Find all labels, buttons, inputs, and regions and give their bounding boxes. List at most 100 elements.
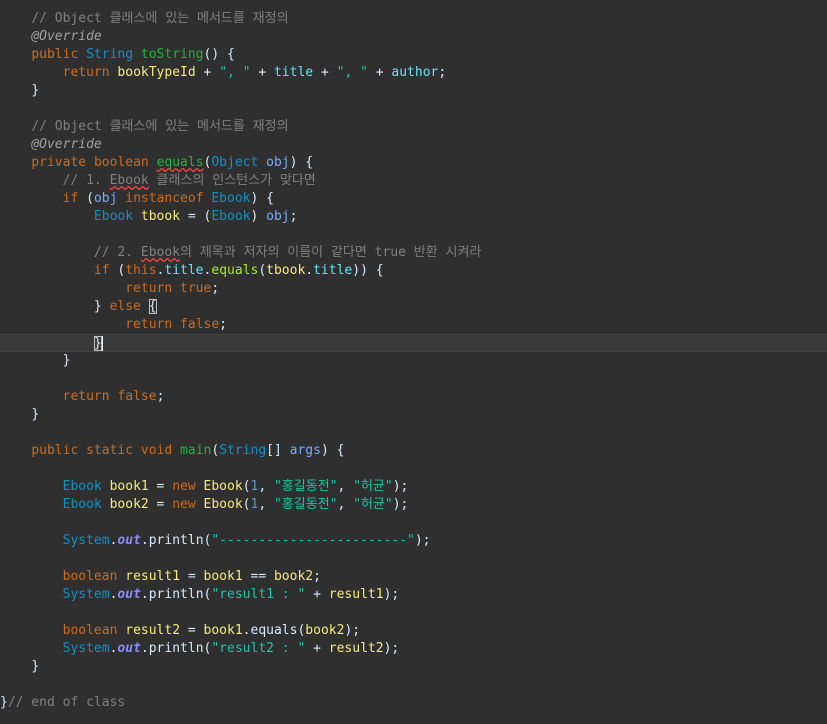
code-token: Ebook [211, 209, 251, 224]
code-token: ", " [336, 65, 368, 80]
code-token: Ebook [62, 497, 110, 512]
code-token: private [31, 155, 94, 170]
code-token: out [117, 587, 141, 602]
code-token: ); [414, 533, 431, 548]
code-line[interactable]: System.out.println("--------------------… [0, 532, 827, 550]
code-line[interactable]: Ebook book1 = new Ebook(1, "홍길동전", "허균")… [0, 478, 827, 496]
code-line[interactable]: } [0, 334, 827, 352]
code-line[interactable]: System.out.println("result1 : " + result… [0, 586, 827, 604]
code-line[interactable]: } [0, 406, 827, 424]
code-token: Ebook [203, 479, 243, 494]
code-token: + [313, 65, 337, 80]
code-line[interactable]: // 1. Ebook 클래스의 인스턴스가 맞다면 [0, 172, 827, 190]
code-line[interactable]: Ebook tbook = (Ebook) obj; [0, 208, 827, 226]
code-line[interactable]: return true; [0, 280, 827, 298]
code-token: } [31, 659, 40, 674]
code-line[interactable]: private boolean equals(Object obj) { [0, 154, 827, 172]
code-token: ); [383, 641, 400, 656]
code-line[interactable]: // Object 클래스에 있는 메서드를 재정의 [0, 118, 827, 136]
code-token: ); [383, 587, 400, 602]
code-line[interactable]: Ebook book2 = new Ebook(1, "홍길동전", "허균")… [0, 496, 827, 514]
code-line[interactable]: } [0, 82, 827, 100]
code-token: tbook [140, 209, 181, 224]
code-token: String [86, 47, 141, 62]
code-token: equals [250, 623, 298, 638]
code-token: equals [156, 155, 204, 170]
code-token: return [125, 281, 181, 296]
code-token: new [172, 479, 204, 494]
code-token: . [242, 623, 251, 638]
code-line[interactable]: public static void main(String[] args) { [0, 442, 827, 460]
code-token: ) { [250, 191, 274, 206]
code-token: System [62, 641, 110, 656]
code-token: false [180, 317, 220, 332]
code-token: ; [289, 209, 298, 224]
code-token: boolean [93, 155, 157, 170]
code-token: book2 [109, 497, 149, 512]
code-token: boolean [62, 569, 126, 584]
code-token: ); [392, 497, 409, 512]
code-token: @Override [31, 29, 102, 44]
code-line[interactable]: } [0, 658, 827, 676]
code-token: "홍길동전" [273, 479, 338, 494]
code-token: title [313, 263, 353, 278]
code-token: this [125, 263, 157, 278]
code-token: book1 [203, 623, 243, 638]
code-token: 클래스의 인스턴스가 맞다면 [148, 173, 316, 188]
code-token: = ( [180, 209, 212, 224]
code-token: result1 [125, 569, 181, 584]
code-editor[interactable]: // Object 클래스에 있는 메서드를 재정의 @Override pub… [0, 0, 827, 724]
code-token: result2 [125, 623, 181, 638]
code-token: result1 [328, 587, 384, 602]
code-token: == [242, 569, 274, 584]
code-line[interactable]: @Override [0, 28, 827, 46]
code-line[interactable]: return false; [0, 316, 827, 334]
code-token: = [180, 623, 204, 638]
code-line[interactable]: }// end of class [0, 694, 827, 712]
code-token: toString [140, 47, 204, 62]
code-token: . [140, 587, 149, 602]
code-token: () { [203, 47, 235, 62]
code-token: result2 [328, 641, 384, 656]
code-line[interactable]: boolean result2 = book1.equals(book2); [0, 622, 827, 640]
code-token: return [62, 65, 118, 80]
code-token: + [305, 641, 329, 656]
code-line[interactable]: // 2. Ebook의 제목과 저자의 이름이 같다면 true 반환 시켜라 [0, 244, 827, 262]
code-token: boolean [62, 623, 126, 638]
code-token: obj [266, 209, 290, 224]
code-token: } [31, 407, 40, 422]
code-token: // Object 클래스에 있는 메서드를 재정의 [31, 11, 289, 26]
code-line[interactable]: if (obj instanceof Ebook) { [0, 190, 827, 208]
code-line[interactable]: } else { [0, 298, 827, 316]
code-line[interactable]: public String toString() { [0, 46, 827, 64]
code-line[interactable]: return false; [0, 388, 827, 406]
code-line[interactable]: @Override [0, 136, 827, 154]
code-token: ; [438, 65, 447, 80]
code-token: + [367, 65, 392, 80]
code-line[interactable]: System.out.println("result2 : " + result… [0, 640, 827, 658]
code-line[interactable]: } [0, 352, 827, 370]
code-token: "result1 : " [211, 587, 306, 602]
code-token: String [219, 443, 267, 458]
code-token: } [93, 299, 110, 314]
code-token: [] [266, 443, 290, 458]
code-token: args [289, 443, 321, 458]
code-token: Ebook [109, 173, 149, 188]
code-line[interactable]: if (this.title.equals(tbook.title)) { [0, 262, 827, 280]
code-token: , [337, 497, 354, 512]
code-line[interactable]: return bookTypeId + ", " + title + ", " … [0, 64, 827, 82]
code-token: return [125, 317, 181, 332]
code-line[interactable]: // Object 클래스에 있는 메서드를 재정의 [0, 10, 827, 28]
code-line[interactable]: boolean result1 = book1 == book2; [0, 568, 827, 586]
code-token: . [140, 641, 149, 656]
